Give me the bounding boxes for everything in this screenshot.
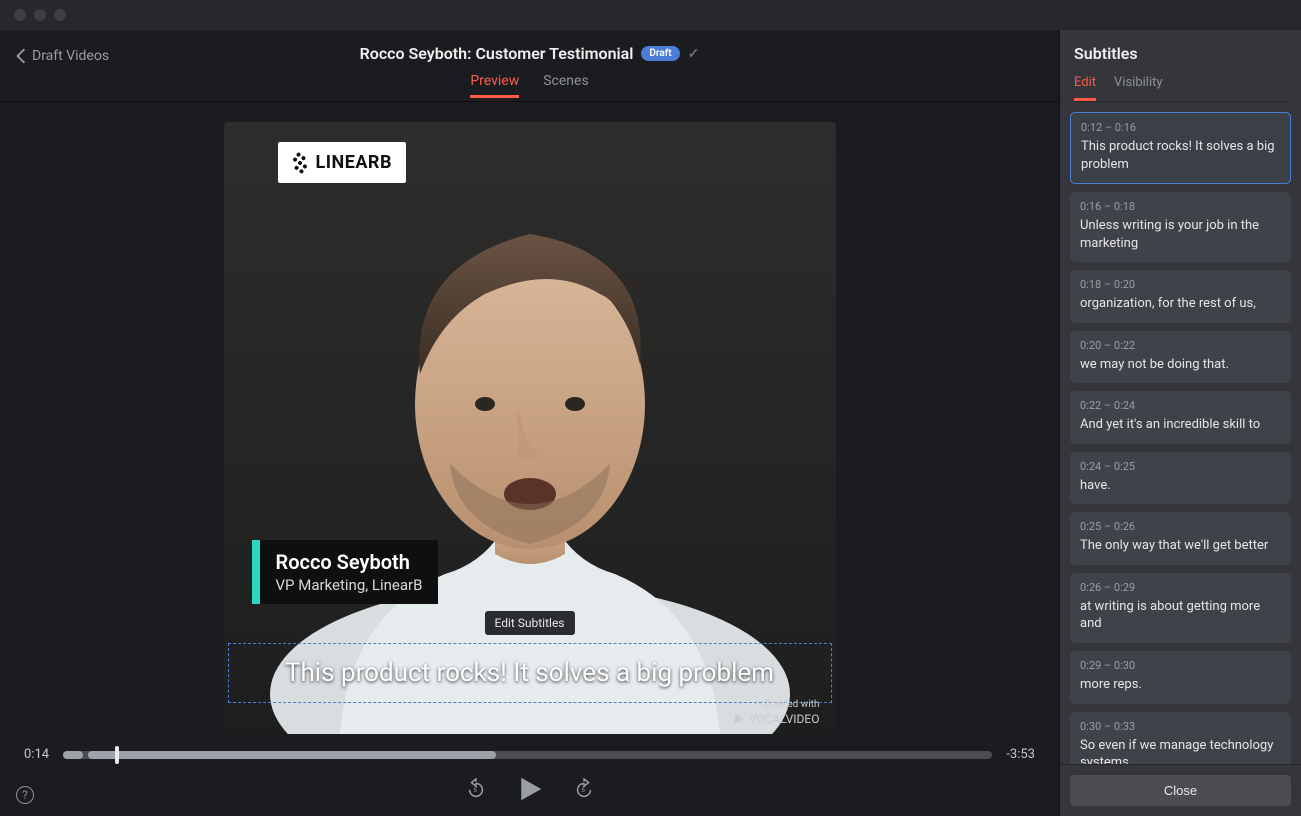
subtitle-text: have. [1080, 477, 1281, 495]
watermark: Created with VOCALVIDEO [733, 699, 820, 726]
subtitle-card[interactable]: 0:20 – 0:22 we may not be doing that. [1070, 331, 1291, 384]
back-link-label: Draft Videos [32, 48, 109, 64]
logo-icon [288, 151, 310, 173]
sidebar-tab-visibility[interactable]: Visibility [1114, 75, 1163, 101]
subtitle-time: 0:25 – 0:26 [1080, 520, 1281, 533]
tab-preview[interactable]: Preview [470, 73, 519, 98]
controls-bar: 0:14 -3:53 5 5 [0, 747, 1059, 816]
subtitle-time: 0:12 – 0:16 [1081, 121, 1280, 134]
subtitle-card[interactable]: 0:29 – 0:30 more reps. [1070, 651, 1291, 704]
subtitle-card[interactable]: 0:30 – 0:33 So even if we manage technolo… [1070, 712, 1291, 764]
subtitle-text: organization, for the rest of us, [1080, 295, 1281, 313]
window-minimize-dot[interactable] [34, 9, 46, 21]
subtitle-overlay[interactable]: This product rocks! It solves a big prob… [228, 643, 832, 703]
subtitle-time: 0:18 – 0:20 [1080, 278, 1281, 291]
subtitle-text: So even if we manage technology systems [1080, 737, 1281, 764]
lower-third: Rocco Seyboth VP Marketing, LinearB [252, 540, 439, 604]
subtitle-text: at writing is about getting more and [1080, 598, 1281, 633]
window-close-dot[interactable] [14, 9, 26, 21]
subtitle-overlay-text: This product rocks! It solves a big prob… [237, 658, 823, 688]
remaining-time: -3:53 [1006, 747, 1035, 762]
subtitle-card[interactable]: 0:12 – 0:16 This product rocks! It solves… [1070, 112, 1291, 184]
help-icon[interactable]: ? [16, 786, 34, 804]
subtitle-text: The only way that we'll get better [1080, 537, 1281, 555]
subtitle-card[interactable]: 0:16 – 0:18 Unless writing is your job in… [1070, 192, 1291, 262]
skip-back-button[interactable]: 5 [465, 778, 487, 804]
subtitle-text: And yet it's an incredible skill to [1080, 416, 1281, 434]
watermark-prefix: Created with [733, 699, 820, 710]
subtitle-text: we may not be doing that. [1080, 356, 1281, 374]
subtitle-card[interactable]: 0:25 – 0:26 The only way that we'll get b… [1070, 512, 1291, 565]
edit-subtitles-tooltip: Edit Subtitles [484, 611, 574, 635]
brand-logo: LINEARB [278, 142, 406, 183]
subtitle-time: 0:20 – 0:22 [1080, 339, 1281, 352]
subtitle-list[interactable]: 0:12 – 0:16 This product rocks! It solves… [1060, 102, 1301, 764]
subtitle-card[interactable]: 0:26 – 0:29 at writing is about getting m… [1070, 573, 1291, 643]
window-maximize-dot[interactable] [54, 9, 66, 21]
check-icon: ✓ [688, 46, 700, 62]
skip-forward-button[interactable]: 5 [573, 778, 595, 804]
subtitle-time: 0:16 – 0:18 [1080, 200, 1281, 213]
play-triangle-icon [733, 713, 745, 725]
lower-third-name: Rocco Seyboth [276, 550, 423, 574]
subtitle-time: 0:24 – 0:25 [1080, 460, 1281, 473]
header-bar: Draft Videos Rocco Seyboth: Customer Tes… [0, 30, 1059, 102]
svg-text:5: 5 [473, 786, 477, 794]
video-preview[interactable]: LINEARB Rocco Seyboth VP Marketing, Line… [224, 122, 836, 734]
current-time: 0:14 [24, 747, 49, 762]
subtitle-time: 0:22 – 0:24 [1080, 399, 1281, 412]
timeline-scrubber[interactable] [63, 749, 992, 761]
subtitle-text: This product rocks! It solves a big prob… [1081, 138, 1280, 173]
svg-text:5: 5 [581, 786, 585, 794]
subtitle-time: 0:29 – 0:30 [1080, 659, 1281, 672]
status-badge: Draft [641, 46, 679, 61]
sidebar-tab-edit[interactable]: Edit [1074, 75, 1096, 101]
close-button[interactable]: Close [1070, 775, 1291, 806]
lower-third-accent [252, 540, 260, 604]
chevron-left-icon [16, 48, 26, 64]
page-title: Rocco Seyboth: Customer Testimonial [360, 44, 634, 63]
subtitle-card[interactable]: 0:22 – 0:24 And yet it's an incredible sk… [1070, 391, 1291, 444]
subtitle-text: more reps. [1080, 676, 1281, 694]
subtitle-time: 0:30 – 0:33 [1080, 720, 1281, 733]
lower-third-title: VP Marketing, LinearB [276, 576, 423, 594]
subtitle-time: 0:26 – 0:29 [1080, 581, 1281, 594]
sidebar-title: Subtitles [1074, 44, 1287, 63]
window-chrome [0, 0, 1301, 30]
play-button[interactable] [515, 774, 545, 808]
brand-logo-text: LINEARB [316, 152, 392, 173]
subtitles-sidebar: Subtitles Edit Visibility 0:12 – 0:16 Thi… [1060, 30, 1301, 816]
subtitle-card[interactable]: 0:18 – 0:20 organization, for the rest of… [1070, 270, 1291, 323]
subtitle-text: Unless writing is your job in the market… [1080, 217, 1281, 252]
watermark-brand: VOCALVIDEO [749, 712, 820, 726]
back-link[interactable]: Draft Videos [16, 48, 109, 64]
subtitle-card[interactable]: 0:24 – 0:25 have. [1070, 452, 1291, 505]
tab-scenes[interactable]: Scenes [543, 73, 588, 98]
